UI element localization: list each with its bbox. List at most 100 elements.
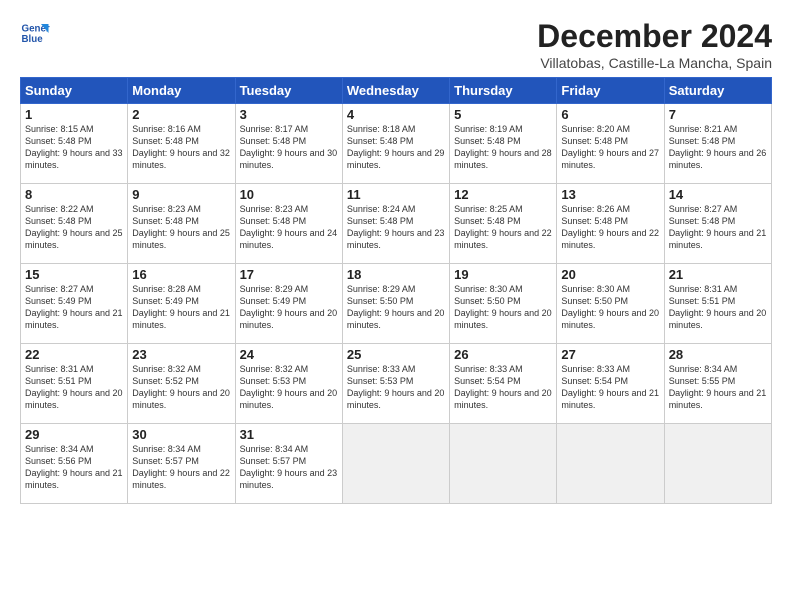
calendar-cell: 20 Sunrise: 8:30 AMSunset: 5:50 PMDayligh…	[557, 264, 664, 344]
calendar-cell: 31Sunrise: 8:34 AMSunset: 5:57 PMDayligh…	[235, 424, 342, 504]
day-info: Sunrise: 8:22 AMSunset: 5:48 PMDaylight:…	[25, 204, 123, 250]
calendar-cell	[342, 424, 449, 504]
day-info: Sunrise: 8:23 AMSunset: 5:48 PMDaylight:…	[240, 204, 338, 250]
calendar-cell: 10 Sunrise: 8:23 AMSunset: 5:48 PMDayligh…	[235, 184, 342, 264]
day-info: Sunrise: 8:24 AMSunset: 5:48 PMDaylight:…	[347, 204, 445, 250]
col-wednesday: Wednesday	[342, 78, 449, 104]
day-number: 6	[561, 107, 659, 122]
day-number: 25	[347, 347, 445, 362]
col-friday: Friday	[557, 78, 664, 104]
calendar-cell: 25 Sunrise: 8:33 AMSunset: 5:53 PMDayligh…	[342, 344, 449, 424]
day-number: 31	[240, 427, 338, 442]
calendar-cell: 27 Sunrise: 8:33 AMSunset: 5:54 PMDayligh…	[557, 344, 664, 424]
day-info: Sunrise: 8:30 AMSunset: 5:50 PMDaylight:…	[454, 284, 552, 330]
day-info: Sunrise: 8:15 AMSunset: 5:48 PMDaylight:…	[25, 124, 123, 170]
day-number: 12	[454, 187, 552, 202]
day-info: Sunrise: 8:30 AMSunset: 5:50 PMDaylight:…	[561, 284, 659, 330]
col-sunday: Sunday	[21, 78, 128, 104]
calendar-cell: 17 Sunrise: 8:29 AMSunset: 5:49 PMDayligh…	[235, 264, 342, 344]
page-subtitle: Villatobas, Castille-La Mancha, Spain	[537, 55, 772, 71]
calendar-cell: 30 Sunrise: 8:34 AMSunset: 5:57 PMDayligh…	[128, 424, 235, 504]
calendar-cell	[664, 424, 771, 504]
calendar-cell: 1 Sunrise: 8:15 AMSunset: 5:48 PMDaylight…	[21, 104, 128, 184]
day-info: Sunrise: 8:29 AMSunset: 5:50 PMDaylight:…	[347, 284, 445, 330]
day-number: 28	[669, 347, 767, 362]
day-number: 29	[25, 427, 123, 442]
day-number: 17	[240, 267, 338, 282]
day-number: 3	[240, 107, 338, 122]
day-info: Sunrise: 8:34 AMSunset: 5:56 PMDaylight:…	[25, 444, 123, 490]
day-number: 26	[454, 347, 552, 362]
day-number: 23	[132, 347, 230, 362]
day-number: 2	[132, 107, 230, 122]
day-info: Sunrise: 8:17 AMSunset: 5:48 PMDaylight:…	[240, 124, 338, 170]
day-info: Sunrise: 8:23 AMSunset: 5:48 PMDaylight:…	[132, 204, 230, 250]
day-info: Sunrise: 8:25 AMSunset: 5:48 PMDaylight:…	[454, 204, 552, 250]
calendar-cell: 13Sunrise: 8:26 AMSunset: 5:48 PMDayligh…	[557, 184, 664, 264]
day-number: 27	[561, 347, 659, 362]
calendar-cell: 5 Sunrise: 8:19 AMSunset: 5:48 PMDaylight…	[450, 104, 557, 184]
day-number: 11	[347, 187, 445, 202]
calendar-cell: 8 Sunrise: 8:22 AMSunset: 5:48 PMDaylight…	[21, 184, 128, 264]
col-monday: Monday	[128, 78, 235, 104]
calendar-cell: 7 Sunrise: 8:21 AMSunset: 5:48 PMDaylight…	[664, 104, 771, 184]
day-info: Sunrise: 8:27 AMSunset: 5:49 PMDaylight:…	[25, 284, 123, 330]
calendar-week-5: 29 Sunrise: 8:34 AMSunset: 5:56 PMDayligh…	[21, 424, 772, 504]
day-info: Sunrise: 8:32 AMSunset: 5:52 PMDaylight:…	[132, 364, 230, 410]
day-info: Sunrise: 8:19 AMSunset: 5:48 PMDaylight:…	[454, 124, 552, 170]
title-block: December 2024 Villatobas, Castille-La Ma…	[537, 18, 772, 71]
calendar-header-row: Sunday Monday Tuesday Wednesday Thursday…	[21, 78, 772, 104]
day-number: 9	[132, 187, 230, 202]
day-number: 10	[240, 187, 338, 202]
day-number: 16	[132, 267, 230, 282]
day-info: Sunrise: 8:20 AMSunset: 5:48 PMDaylight:…	[561, 124, 659, 170]
day-number: 4	[347, 107, 445, 122]
day-number: 8	[25, 187, 123, 202]
calendar-cell: 22 Sunrise: 8:31 AMSunset: 5:51 PMDayligh…	[21, 344, 128, 424]
day-info: Sunrise: 8:31 AMSunset: 5:51 PMDaylight:…	[25, 364, 123, 410]
calendar-week-2: 8 Sunrise: 8:22 AMSunset: 5:48 PMDaylight…	[21, 184, 772, 264]
calendar-cell: 19Sunrise: 8:30 AMSunset: 5:50 PMDayligh…	[450, 264, 557, 344]
calendar-cell: 24Sunrise: 8:32 AMSunset: 5:53 PMDayligh…	[235, 344, 342, 424]
calendar-cell: 9 Sunrise: 8:23 AMSunset: 5:48 PMDaylight…	[128, 184, 235, 264]
day-info: Sunrise: 8:28 AMSunset: 5:49 PMDaylight:…	[132, 284, 230, 330]
calendar-cell: 14Sunrise: 8:27 AMSunset: 5:48 PMDayligh…	[664, 184, 771, 264]
day-info: Sunrise: 8:33 AMSunset: 5:54 PMDaylight:…	[561, 364, 659, 410]
day-info: Sunrise: 8:18 AMSunset: 5:48 PMDaylight:…	[347, 124, 445, 170]
day-number: 21	[669, 267, 767, 282]
calendar-week-3: 15 Sunrise: 8:27 AMSunset: 5:49 PMDayligh…	[21, 264, 772, 344]
day-number: 14	[669, 187, 767, 202]
day-number: 20	[561, 267, 659, 282]
calendar-cell: 2Sunrise: 8:16 AMSunset: 5:48 PMDaylight…	[128, 104, 235, 184]
calendar-table: Sunday Monday Tuesday Wednesday Thursday…	[20, 77, 772, 504]
calendar-cell: 23 Sunrise: 8:32 AMSunset: 5:52 PMDayligh…	[128, 344, 235, 424]
day-number: 15	[25, 267, 123, 282]
calendar-cell: 11 Sunrise: 8:24 AMSunset: 5:48 PMDayligh…	[342, 184, 449, 264]
col-thursday: Thursday	[450, 78, 557, 104]
svg-text:Blue: Blue	[22, 34, 44, 45]
calendar-cell: 29 Sunrise: 8:34 AMSunset: 5:56 PMDayligh…	[21, 424, 128, 504]
logo: General Blue	[20, 18, 50, 48]
day-info: Sunrise: 8:29 AMSunset: 5:49 PMDaylight:…	[240, 284, 338, 330]
day-info: Sunrise: 8:33 AMSunset: 5:53 PMDaylight:…	[347, 364, 445, 410]
col-saturday: Saturday	[664, 78, 771, 104]
calendar-cell: 28 Sunrise: 8:34 AMSunset: 5:55 PMDayligh…	[664, 344, 771, 424]
day-number: 30	[132, 427, 230, 442]
day-number: 5	[454, 107, 552, 122]
day-number: 22	[25, 347, 123, 362]
calendar-week-4: 22 Sunrise: 8:31 AMSunset: 5:51 PMDayligh…	[21, 344, 772, 424]
calendar-cell: 16 Sunrise: 8:28 AMSunset: 5:49 PMDayligh…	[128, 264, 235, 344]
calendar-cell: 3 Sunrise: 8:17 AMSunset: 5:48 PMDaylight…	[235, 104, 342, 184]
calendar-cell: 6 Sunrise: 8:20 AMSunset: 5:48 PMDaylight…	[557, 104, 664, 184]
calendar-cell: 15 Sunrise: 8:27 AMSunset: 5:49 PMDayligh…	[21, 264, 128, 344]
day-number: 24	[240, 347, 338, 362]
day-number: 1	[25, 107, 123, 122]
day-info: Sunrise: 8:34 AMSunset: 5:57 PMDaylight:…	[132, 444, 230, 490]
day-number: 7	[669, 107, 767, 122]
day-info: Sunrise: 8:21 AMSunset: 5:48 PMDaylight:…	[669, 124, 767, 170]
day-info: Sunrise: 8:33 AMSunset: 5:54 PMDaylight:…	[454, 364, 552, 410]
col-tuesday: Tuesday	[235, 78, 342, 104]
calendar-cell: 12 Sunrise: 8:25 AMSunset: 5:48 PMDayligh…	[450, 184, 557, 264]
page-title: December 2024	[537, 18, 772, 55]
day-info: Sunrise: 8:34 AMSunset: 5:55 PMDaylight:…	[669, 364, 767, 410]
